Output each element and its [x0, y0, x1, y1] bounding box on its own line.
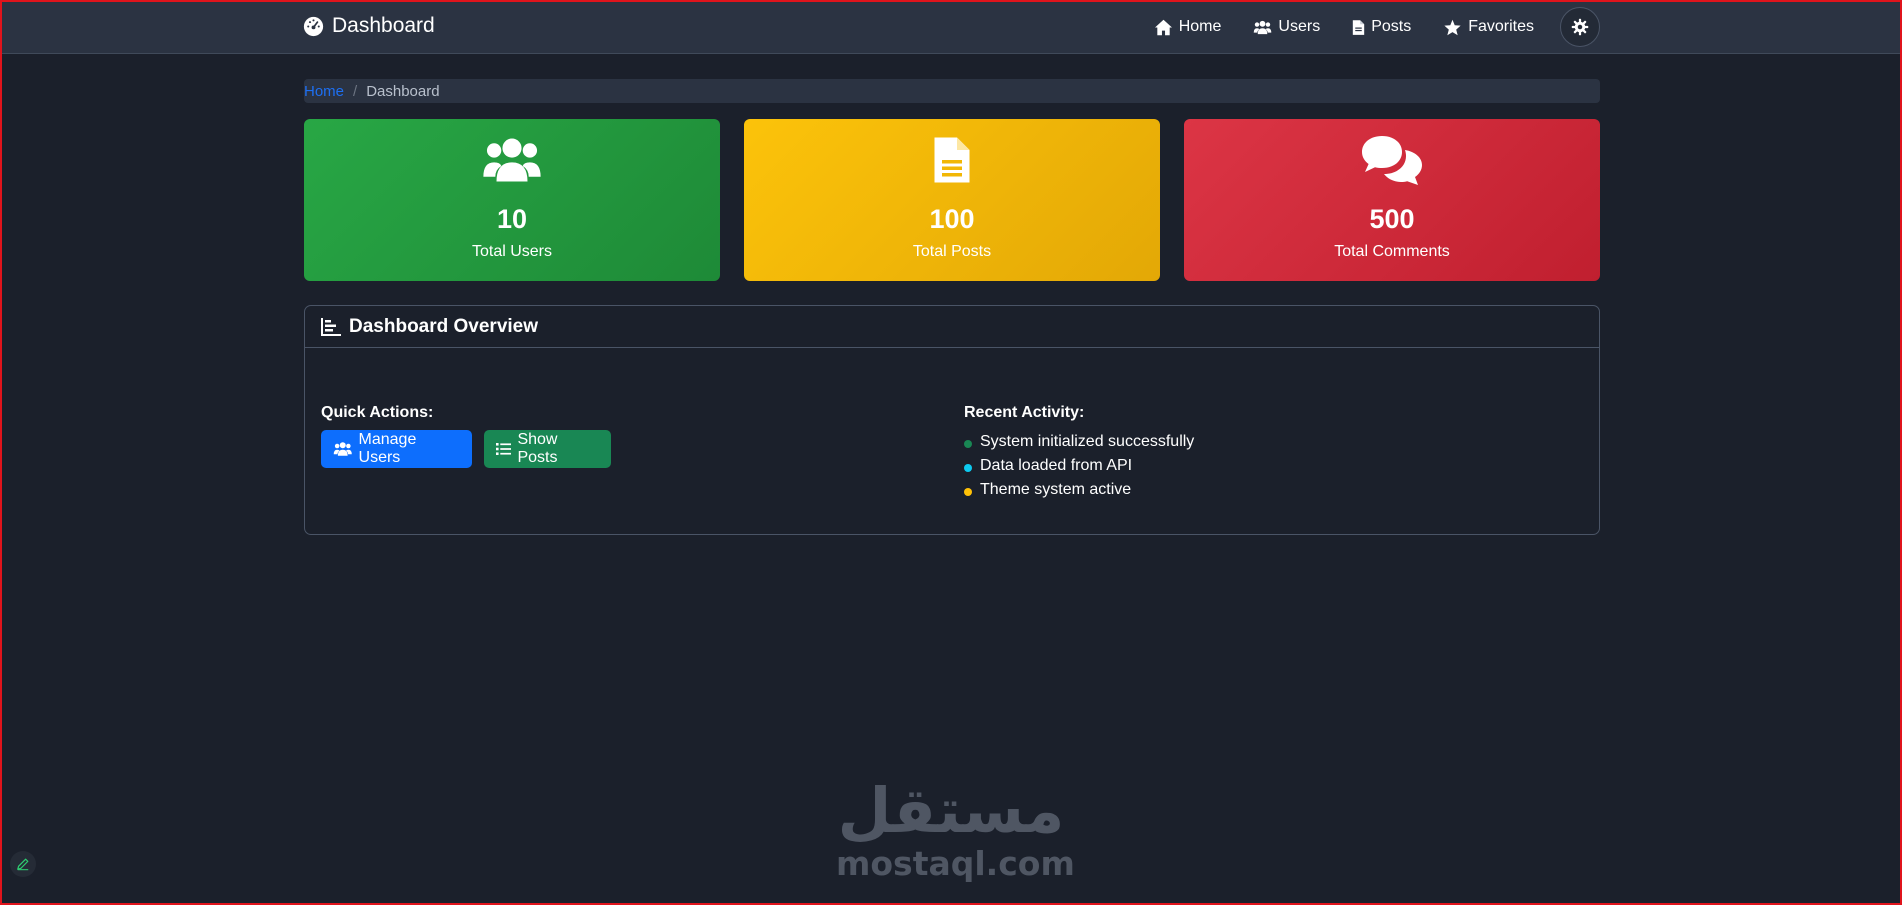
stat-comments-label: Total Comments — [1334, 243, 1450, 260]
dashboard-overview-card: Dashboard Overview Quick Actions: Manage… — [304, 305, 1600, 535]
nav-home-label: Home — [1178, 18, 1222, 35]
stat-posts-label: Total Posts — [912, 243, 992, 260]
recent-activity-list: System initialized successfully Data loa… — [964, 430, 1194, 502]
stat-card-users: 10 Total Users — [304, 119, 720, 281]
quick-actions-title: Quick Actions: — [321, 404, 434, 421]
watermark-arabic-logo: مستقل — [837, 774, 1065, 847]
stat-comments-value: 500 — [1369, 204, 1415, 234]
activity-item: System initialized successfully — [964, 430, 1194, 454]
nav-users-link[interactable]: Users — [1253, 18, 1320, 36]
theme-toggle-button[interactable] — [1560, 7, 1600, 47]
stat-users-label: Total Users — [471, 243, 553, 260]
nav-users-label: Users — [1278, 18, 1321, 35]
breadcrumb-current: Dashboard — [366, 82, 440, 100]
users-icon — [481, 133, 543, 187]
bar-chart-icon — [321, 317, 341, 336]
activity-text: System initialized successfully — [980, 433, 1195, 450]
activity-item: Data loaded from API — [964, 454, 1194, 478]
overview-header: Dashboard Overview — [305, 306, 1599, 348]
manage-users-button[interactable]: Manage Users — [321, 430, 472, 468]
recent-activity-title: Recent Activity: — [964, 404, 1085, 421]
brand-label: Dashboard — [332, 14, 435, 37]
edit-button[interactable] — [10, 851, 36, 877]
status-dot — [964, 439, 972, 448]
dashboard-gauge-icon — [303, 16, 324, 36]
brand-link[interactable]: Dashboard — [303, 14, 435, 38]
list-icon — [496, 442, 512, 456]
activity-item: Theme system active — [964, 478, 1194, 502]
nav-posts-link[interactable]: Posts — [1352, 18, 1411, 36]
home-icon — [1154, 19, 1172, 35]
stat-card-posts: 100 Total Posts — [744, 119, 1160, 281]
activity-text: Data loaded from API — [980, 457, 1133, 474]
breadcrumb-separator: / — [353, 82, 358, 100]
stat-posts-value: 100 — [929, 204, 975, 234]
users-icon — [1254, 20, 1272, 34]
manage-users-label: Manage Users — [358, 431, 417, 466]
file-icon — [1353, 19, 1365, 35]
status-dot — [964, 463, 972, 472]
show-posts-button[interactable]: Show Posts — [484, 430, 611, 468]
comments-icon — [1360, 133, 1424, 187]
nav-favorites-link[interactable]: Favorites — [1443, 18, 1534, 36]
file-icon — [932, 133, 972, 187]
overview-title: Dashboard Overview — [349, 315, 539, 337]
gear-icon — [1571, 18, 1589, 36]
breadcrumb-home-link[interactable]: Home — [304, 83, 344, 100]
users-icon — [333, 442, 352, 456]
nav-favorites-label: Favorites — [1468, 18, 1534, 35]
stat-card-comments: 500 Total Comments — [1184, 119, 1600, 281]
stat-users-value: 10 — [496, 204, 528, 234]
nav-posts-label: Posts — [1371, 18, 1412, 35]
activity-text: Theme system active — [980, 481, 1132, 498]
nav-home-link[interactable]: Home — [1154, 18, 1222, 36]
show-posts-label: Show Posts — [517, 431, 558, 466]
star-icon — [1444, 19, 1461, 35]
nav-links: Home Users Posts Favorites — [1154, 0, 1534, 54]
navbar: Dashboard Home Users Posts Favorites — [0, 0, 1902, 54]
mostaql-watermark: مستقل mostaql.com — [836, 774, 1075, 886]
breadcrumb: Home / Dashboard — [304, 79, 1600, 103]
pencil-icon — [17, 858, 29, 871]
status-dot — [964, 487, 972, 496]
watermark-url: mostaql.com — [836, 844, 1075, 883]
